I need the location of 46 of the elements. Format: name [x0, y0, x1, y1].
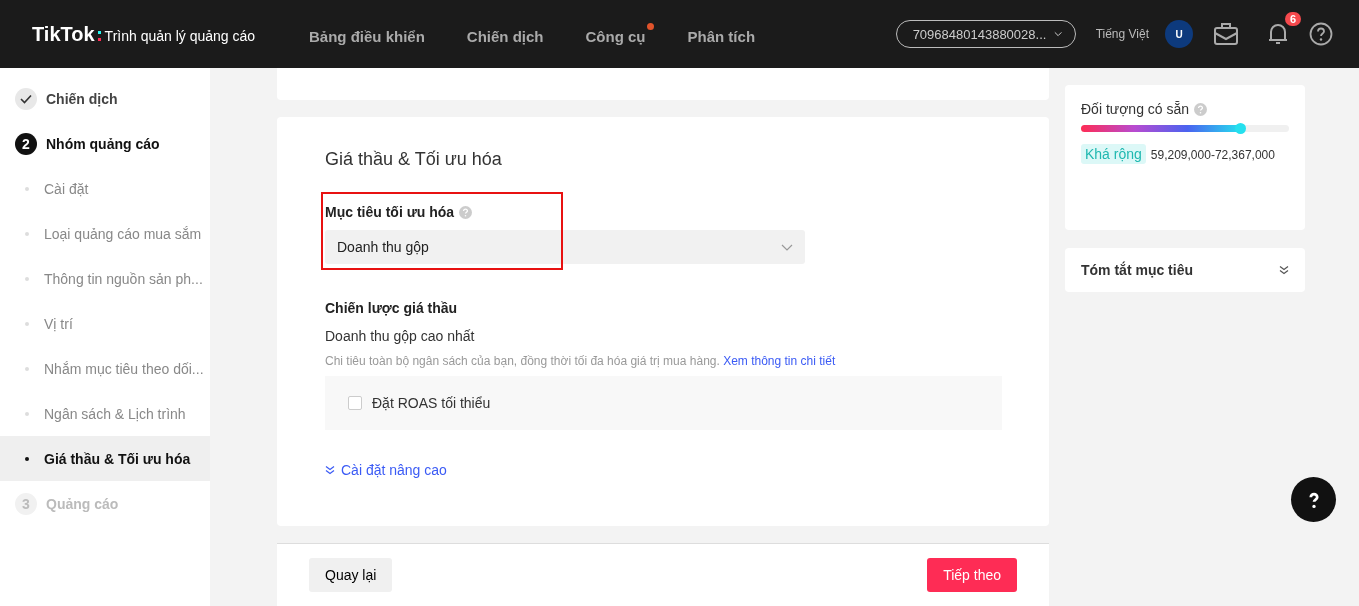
briefcase-icon[interactable]	[1213, 22, 1239, 46]
check-icon	[20, 93, 32, 104]
substep-item[interactable]: Thông tin nguồn sản ph...	[0, 256, 210, 301]
double-chevron-icon	[325, 465, 335, 475]
logo[interactable]: TikTok	[32, 22, 101, 46]
step-marker: 2	[15, 132, 37, 155]
checkbox-label: Đặt ROAS tối thiểu	[372, 395, 491, 411]
substep-item[interactable]: Vị trí	[0, 301, 210, 346]
nav-link[interactable]: Chiến dịch	[466, 23, 552, 45]
notification-badge: 6	[1284, 12, 1301, 26]
chevron-down-icon	[1054, 31, 1063, 37]
details-link[interactable]: Xem thông tin chi tiết	[723, 354, 836, 368]
back-button[interactable]: Quay lại	[309, 558, 393, 592]
section-title: Giá thầu & Tối ưu hóa	[325, 149, 503, 170]
goal-dropdown[interactable]: Doanh thu gộp	[325, 230, 805, 264]
meter-knob	[1235, 123, 1247, 134]
substep-item[interactable]: Nhắm mục tiêu theo dối...	[0, 346, 210, 391]
checkbox[interactable]	[348, 396, 362, 410]
card-title: Tóm tắt mục tiêu	[1081, 262, 1193, 278]
help-icon[interactable]	[1309, 22, 1333, 46]
card-title: Đối tượng có sẵn	[1081, 101, 1190, 117]
audience-tag: Khá rộng	[1081, 144, 1146, 164]
double-chevron-icon	[1279, 265, 1289, 275]
audience-range: 59,209,000-72,367,000	[1150, 147, 1275, 162]
step-link[interactable]: Nhóm quảng cáo	[46, 135, 160, 152]
strategy-description: Chi tiêu toàn bộ ngân sách của bạn, đồng thời tối đa hóa giá trị mua hàng.	[325, 354, 720, 368]
nav-link[interactable]: Bảng điều khiển	[309, 23, 433, 45]
advanced-settings-link[interactable]: Cài đặt nâng cao	[325, 462, 447, 478]
nav-link[interactable]: Phân tích	[687, 23, 764, 45]
substep-item[interactable]: Loại quảng cáo mua sắm	[0, 211, 210, 256]
field-label: Mục tiêu tối ưu hóa	[325, 204, 455, 220]
substep-item[interactable]: Cài đặt	[0, 166, 210, 211]
nav-link[interactable]: Công cụ	[585, 23, 654, 45]
summary-card[interactable]: Tóm tắt mục tiêu	[1065, 248, 1305, 292]
avatar[interactable]: U	[1165, 20, 1193, 48]
language-link[interactable]: Tiếng Việt	[1095, 27, 1149, 41]
step-link[interactable]: Chiến dịch	[46, 90, 118, 107]
next-button[interactable]: Tiếp theo	[927, 558, 1017, 592]
strategy-value: Doanh thu gộp cao nhất	[325, 328, 476, 344]
help-button[interactable]	[1291, 477, 1336, 522]
substep-item[interactable]: Ngân sách & Lịch trình	[0, 391, 210, 436]
chevron-down-icon	[781, 243, 793, 251]
field-label: Chiến lược giá thầu	[325, 300, 459, 316]
substep-item[interactable]: Giá thầu & Tối ưu hóa	[0, 436, 210, 481]
product-name: Trình quản lý quảng cáo	[104, 27, 256, 44]
bell-icon[interactable]	[1267, 22, 1289, 46]
